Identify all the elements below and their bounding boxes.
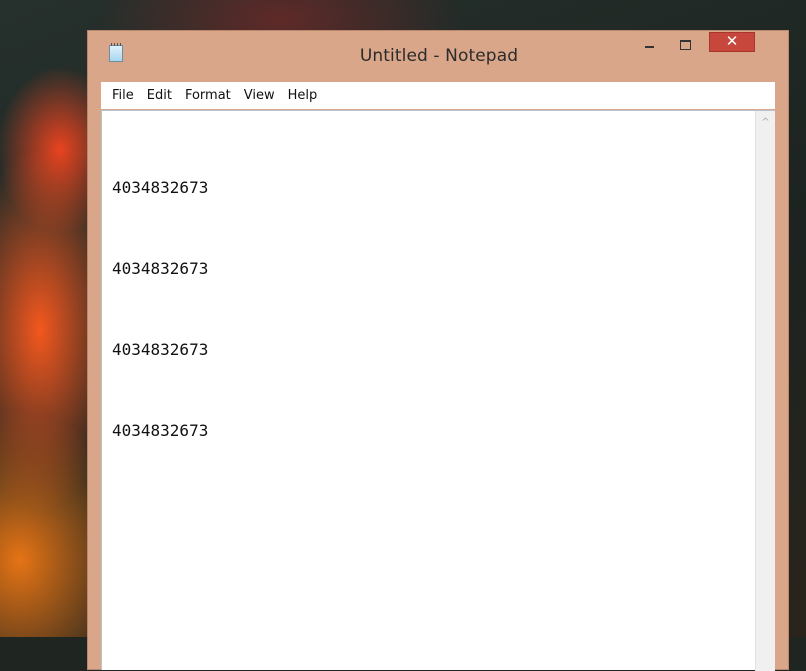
menu-item-file[interactable]: File [107, 85, 142, 107]
text-line: 4034832673 [112, 259, 209, 278]
text-editor-area[interactable]: 4034832673 4034832673 4034832673 4034832… [101, 110, 775, 671]
text-line: 4034832673 [112, 178, 209, 197]
text-line: 4034832673 [112, 340, 209, 359]
maximize-icon [679, 40, 691, 50]
editor-content[interactable]: 4034832673 4034832673 4034832673 4034832… [112, 120, 208, 498]
text-line: 4034832673 [112, 421, 209, 440]
notepad-window: Untitled - Notepad ✕ File Edit Format Vi… [87, 30, 789, 671]
menu-item-help[interactable]: Help [283, 85, 326, 107]
menu-item-view[interactable]: View [239, 85, 283, 107]
menu-item-edit[interactable]: Edit [142, 85, 180, 107]
scroll-up-arrow-icon[interactable]: ^ [756, 115, 775, 131]
close-button[interactable]: ✕ [709, 32, 755, 52]
vertical-scrollbar[interactable]: ^ [755, 111, 775, 671]
close-icon: ✕ [725, 32, 739, 50]
minimize-button[interactable] [635, 32, 663, 58]
minimize-icon [644, 46, 654, 48]
menu-bar: File Edit Format View Help [101, 82, 775, 109]
title-bar[interactable]: Untitled - Notepad ✕ [88, 31, 788, 81]
menu-item-format[interactable]: Format [180, 85, 239, 107]
maximize-button[interactable] [671, 32, 699, 58]
